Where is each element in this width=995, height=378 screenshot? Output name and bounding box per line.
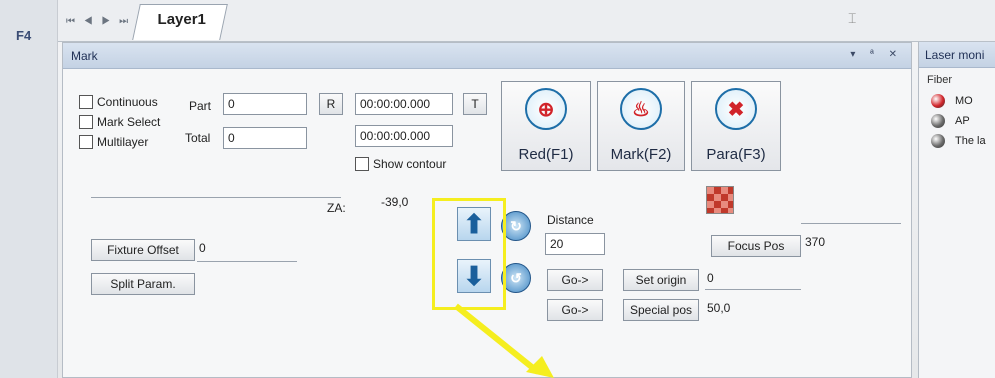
temperature-label: The la (955, 135, 986, 147)
separator (91, 197, 341, 198)
flame-icon: ♨ (620, 88, 662, 130)
checkbox-box[interactable] (79, 95, 93, 109)
continuous-checkbox[interactable]: Continuous (79, 95, 158, 109)
mark-select-checkbox[interactable]: Mark Select (79, 115, 160, 129)
panel-title: Mark (63, 43, 911, 69)
r-button[interactable]: R (319, 93, 343, 115)
distance-label: Distance (547, 213, 594, 227)
fiber-label: Fiber (927, 74, 953, 86)
set-origin-button[interactable]: Set origin (623, 269, 699, 291)
red-f1-button[interactable]: ⊕ Red(F1) (501, 81, 591, 171)
tab-bar: ⏮ ◀ ▶ ⏭ Layer1 ⌶ (58, 0, 995, 42)
time-field-2[interactable]: 00:00:00.000 (355, 125, 453, 147)
set-origin-value: 0 (707, 271, 714, 285)
laser-monitor-title: Laser moni (919, 42, 995, 68)
rotate-icon: ↺ (510, 269, 522, 286)
za-label: ZA: (327, 201, 346, 215)
za-value: -39,0 (381, 195, 409, 209)
separator (705, 289, 801, 290)
go-button-1[interactable]: Go-> (547, 269, 603, 291)
focus-pos-value: 370 (805, 235, 826, 249)
special-pos-button[interactable]: Special pos (623, 299, 699, 321)
ap-label: AP (955, 115, 970, 127)
f4-label: F4 (16, 28, 32, 43)
multilayer-checkbox[interactable]: Multilayer (79, 135, 148, 149)
mark-f2-button[interactable]: ♨ Mark(F2) (597, 81, 685, 171)
separator (197, 261, 297, 262)
checkbox-box[interactable] (79, 115, 93, 129)
focus-pos-button[interactable]: Focus Pos (711, 235, 801, 257)
special-pos-value: 50,0 (707, 301, 731, 315)
temperature-indicator-icon (931, 134, 945, 148)
continuous-label: Continuous (97, 95, 158, 109)
distance-field[interactable]: 20 (545, 233, 605, 255)
mo-indicator-icon (931, 94, 945, 108)
laser-monitor-panel: Laser moni Fiber MO AP The la (918, 42, 995, 378)
ap-indicator-icon (931, 114, 945, 128)
tab-nav-buttons[interactable]: ⏮ ◀ ▶ ⏭ (66, 16, 131, 27)
red-f1-label: Red(F1) (518, 146, 574, 163)
time-field-1[interactable]: 00:00:00.000 (355, 93, 453, 115)
part-field[interactable]: 0 (223, 93, 307, 115)
mark-f2-label: Mark(F2) (610, 146, 672, 163)
checkbox-box[interactable] (355, 157, 369, 171)
highlight-box (432, 198, 506, 310)
split-param-button[interactable]: Split Param. (91, 273, 195, 295)
multilayer-label: Multilayer (97, 135, 149, 149)
mark-select-label: Mark Select (97, 115, 161, 129)
show-contour-label: Show contour (373, 157, 447, 171)
total-label: Total (185, 131, 211, 145)
t-button[interactable]: T (463, 93, 487, 115)
separator (801, 223, 901, 224)
panel-window-controls[interactable]: ▾ ª ✕ (850, 49, 903, 60)
part-label: Part (189, 99, 212, 113)
rotate-icon: ↻ (510, 217, 522, 234)
show-contour-checkbox[interactable]: Show contour (355, 157, 446, 171)
cursor-icon: ⌶ (848, 10, 857, 26)
tab-layer1-label: Layer1 (157, 11, 206, 28)
left-strip: F4 (0, 0, 58, 378)
highlight-arrow-icon (454, 303, 554, 378)
checkbox-box[interactable] (79, 135, 93, 149)
para-f3-label: Para(F3) (706, 146, 766, 163)
red-marker-icon (706, 186, 734, 214)
fixture-offset-value: 0 (199, 241, 206, 255)
para-f3-button[interactable]: ✖ Para(F3) (691, 81, 781, 171)
crosshair-icon: ⊕ (525, 88, 567, 130)
app-window: F4 ⏮ ◀ ▶ ⏭ Layer1 ⌶ Mark ▾ ª ✕ Continuou… (0, 0, 995, 378)
fixture-offset-button[interactable]: Fixture Offset (91, 239, 195, 261)
tab-layer1[interactable]: Layer1 (132, 4, 229, 40)
tools-icon: ✖ (715, 88, 757, 130)
total-field[interactable]: 0 (223, 127, 307, 149)
mo-label: MO (955, 95, 973, 107)
